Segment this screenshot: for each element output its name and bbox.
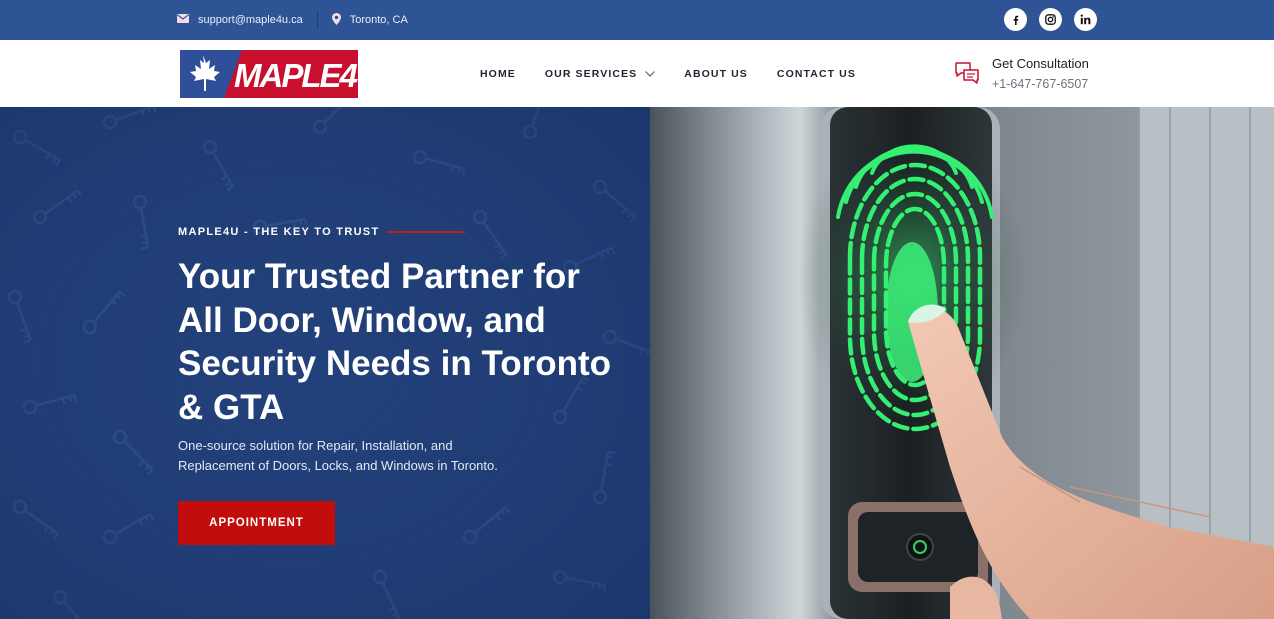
hero-section: MAPLE4U - THE KEY TO TRUST Your Trusted … <box>0 107 650 619</box>
map-pin-icon <box>331 12 341 28</box>
consultation-block[interactable]: Get Consultation +1-647-767-6507 <box>954 55 1089 92</box>
nav-about-us-label: ABOUT US <box>684 67 748 80</box>
nav-home[interactable]: HOME <box>480 68 516 80</box>
consultation-phone[interactable]: +1-647-767-6507 <box>992 76 1089 92</box>
hero-tagline: MAPLE4U - THE KEY TO TRUST <box>178 226 380 238</box>
consultation-title: Get Consultation <box>992 56 1089 71</box>
tagline-row: MAPLE4U - THE KEY TO TRUST <box>178 226 466 238</box>
nav-our-services-label: OUR SERVICES <box>544 67 638 80</box>
consultation-text: Get Consultation +1-647-767-6507 <box>992 55 1089 92</box>
hero-image-fingerprint-lock <box>650 107 1274 619</box>
instagram-icon[interactable] <box>1039 8 1062 31</box>
linkedin-icon[interactable] <box>1074 8 1097 31</box>
location-text: Toronto, CA <box>349 14 408 26</box>
nav-our-services[interactable]: OUR SERVICES <box>544 67 656 80</box>
nav-contact-us-label: CONTACT US <box>776 67 856 80</box>
tagline-accent-line <box>387 231 466 233</box>
hero-headline: Your Trusted Partner for All Door, Windo… <box>178 257 612 427</box>
main-header: MAPLE4U HOME OUR SERVICES ABOUT US CONTA… <box>0 40 1274 107</box>
chevron-down-icon <box>645 68 656 80</box>
nav-contact-us[interactable]: CONTACT US <box>777 68 856 80</box>
envelope-icon <box>177 14 189 26</box>
facebook-icon[interactable] <box>1004 8 1027 31</box>
location-info: Toronto, CA <box>331 12 408 28</box>
top-bar: support@maple4u.ca Toronto, CA <box>0 0 1274 40</box>
appointment-button[interactable]: APPOINTMENT <box>178 501 335 545</box>
social-links <box>1004 8 1097 31</box>
chat-bubbles-icon <box>954 55 980 92</box>
nav-about-us[interactable]: ABOUT US <box>684 68 748 80</box>
email-contact[interactable]: support@maple4u.ca <box>177 14 303 26</box>
email-text: support@maple4u.ca <box>198 14 303 26</box>
nav-home-label: HOME <box>480 67 516 80</box>
main-navigation: HOME OUR SERVICES ABOUT US CONTACT US <box>480 40 856 107</box>
top-contact-info: support@maple4u.ca Toronto, CA <box>177 0 408 40</box>
maple4u-logo[interactable]: MAPLE4U <box>180 50 383 98</box>
svg-text:MAPLE4U: MAPLE4U <box>234 57 358 94</box>
divider <box>316 11 318 29</box>
hero-subtext: One-source solution for Repair, Installa… <box>178 438 498 473</box>
